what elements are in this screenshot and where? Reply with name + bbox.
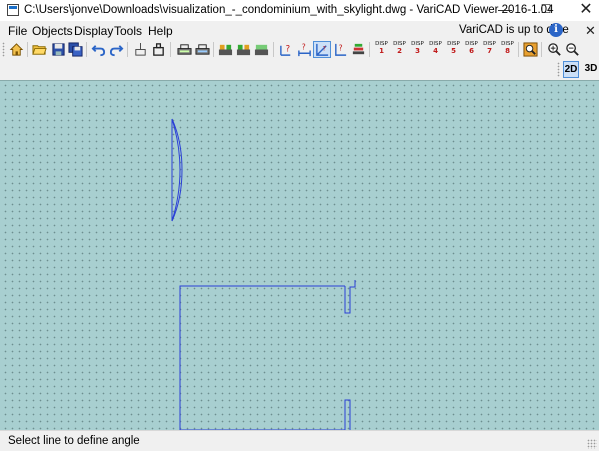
disp-1-button[interactable]: DISP 1 <box>373 41 390 58</box>
toolbar-separator <box>213 42 214 57</box>
toolbar-grip[interactable] <box>2 42 5 57</box>
disp-7-button[interactable]: DISP 7 <box>481 41 498 58</box>
svg-text:?: ? <box>322 44 326 52</box>
drawing-canvas[interactable] <box>0 80 599 431</box>
print-icon[interactable] <box>175 41 193 58</box>
save-as-icon[interactable] <box>66 41 84 58</box>
disp-4-button[interactable]: DISP 4 <box>427 41 444 58</box>
svg-text:?: ? <box>338 43 342 52</box>
maximize-button[interactable]: ☐ <box>526 0 566 21</box>
home-icon[interactable] <box>7 41 25 58</box>
toolbar-separator <box>27 42 28 57</box>
title-bar: C:\Users\jonve\Downloads\visualization_-… <box>0 0 599 21</box>
menu-file[interactable]: File <box>8 24 27 38</box>
close-window-button[interactable]: ✕ <box>566 0 599 21</box>
disp-8-button[interactable]: DISP 8 <box>499 41 516 58</box>
angle-question-icon[interactable]: ? <box>277 41 295 58</box>
open-folder-icon[interactable] <box>30 41 48 58</box>
view-3d-button[interactable]: 3D <box>583 61 599 78</box>
resize-grip[interactable] <box>587 439 597 449</box>
disp-2-button[interactable]: DISP 2 <box>391 41 408 58</box>
view-2d-button[interactable]: 2D <box>563 61 579 78</box>
status-message: Select line to define angle <box>8 435 140 447</box>
measure-icon[interactable]: ? <box>331 41 349 58</box>
main-toolbar: ? ? ? ? DISP 1 DISP 2 DISP 3 DISP 4 DISP 5 DI… <box>0 40 599 59</box>
save-icon[interactable] <box>49 41 67 58</box>
layers-stack-icon[interactable] <box>349 41 367 58</box>
toolbar-grip[interactable] <box>557 62 560 77</box>
room-outline <box>179 285 345 431</box>
toolbar-separator <box>170 42 171 57</box>
menu-display[interactable]: Display <box>74 24 113 38</box>
select-icon[interactable] <box>131 41 149 58</box>
menu-help[interactable]: Help <box>148 24 173 38</box>
disp-6-button[interactable]: DISP 6 <box>463 41 480 58</box>
toolbar-separator <box>273 42 274 57</box>
undo-icon[interactable] <box>89 41 107 58</box>
wall-segment-bottom <box>344 399 351 430</box>
drawing-svg <box>171 118 356 431</box>
distance-icon[interactable]: ? <box>295 41 313 58</box>
toolbar-separator <box>541 42 542 57</box>
angle-line-icon[interactable]: ? <box>313 41 331 58</box>
window-title: C:\Users\jonve\Downloads\visualization_-… <box>24 4 554 16</box>
wall-segment-top <box>344 280 356 314</box>
toolbar-separator <box>127 42 128 57</box>
redo-icon[interactable] <box>107 41 125 58</box>
skylight-arc-inner <box>171 118 181 222</box>
print-setup-icon[interactable] <box>193 41 211 58</box>
info-icon[interactable]: i <box>549 23 563 37</box>
svg-text:?: ? <box>285 43 289 53</box>
disp-all-icon[interactable] <box>216 41 234 58</box>
layer-icon[interactable] <box>149 41 167 58</box>
zoom-out-icon[interactable] <box>563 41 581 58</box>
disp-5-button[interactable]: DISP 5 <box>445 41 462 58</box>
disp-filter-icon[interactable] <box>252 41 270 58</box>
menu-bar: File Objects Display Tools Help VariCAD … <box>0 21 599 40</box>
view-toolbar <box>0 59 599 80</box>
status-bar: Select line to define angle <box>0 430 599 451</box>
menu-objects[interactable]: Objects <box>32 24 73 38</box>
disp-3-button[interactable]: DISP 3 <box>409 41 426 58</box>
close-notice-button[interactable]: ✕ <box>585 23 596 39</box>
toolbar-separator <box>86 42 87 57</box>
zoom-window-icon[interactable] <box>521 41 539 58</box>
zoom-in-icon[interactable] <box>545 41 563 58</box>
toolbar-separator <box>369 42 370 57</box>
app-icon <box>7 4 19 16</box>
menu-tools[interactable]: Tools <box>114 24 142 38</box>
toolbar-separator <box>518 42 519 57</box>
svg-text:?: ? <box>301 43 305 52</box>
minimize-button[interactable]: — <box>485 0 525 21</box>
disp-set-icon[interactable] <box>234 41 252 58</box>
